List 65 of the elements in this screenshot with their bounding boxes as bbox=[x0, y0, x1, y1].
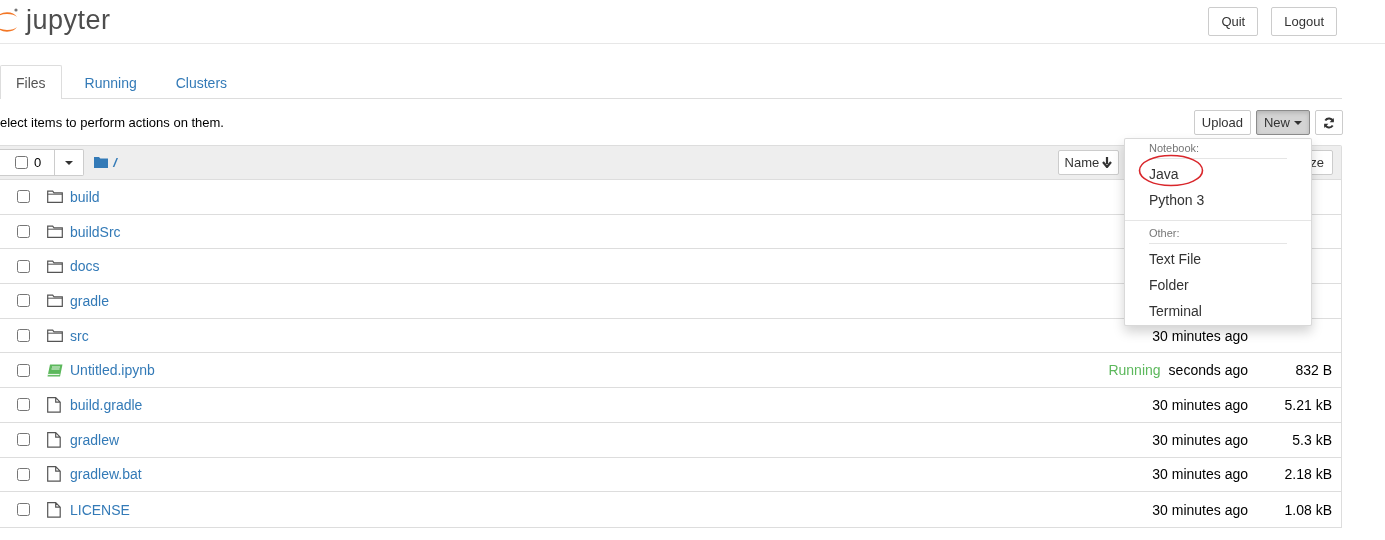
new-button[interactable]: New bbox=[1256, 110, 1310, 135]
caret-icon bbox=[1294, 120, 1302, 125]
refresh-icon bbox=[1323, 116, 1335, 129]
file-link[interactable]: docs bbox=[70, 258, 100, 275]
modified-time: 30 minutes ago bbox=[1152, 396, 1248, 413]
menu-item[interactable]: Folder bbox=[1125, 272, 1311, 298]
folder-icon bbox=[94, 157, 109, 168]
instruction-text: elect items to perform actions on them. bbox=[0, 115, 224, 130]
row-checkbox[interactable] bbox=[17, 467, 30, 481]
tab[interactable]: Files bbox=[0, 65, 62, 99]
folder-icon bbox=[47, 225, 63, 239]
refresh-button[interactable] bbox=[1315, 110, 1343, 135]
running-status: Running bbox=[1108, 362, 1161, 379]
file-icon bbox=[47, 501, 61, 518]
folder-icon bbox=[47, 294, 63, 308]
row-checkbox[interactable] bbox=[17, 190, 30, 204]
modified-time: 30 minutes ago bbox=[1152, 431, 1248, 448]
header-button[interactable]: Logout bbox=[1271, 7, 1337, 36]
file-size: 2.18 kB bbox=[1284, 466, 1332, 483]
file-size: 832 B bbox=[1295, 362, 1332, 379]
modified-time: seconds ago bbox=[1168, 362, 1248, 379]
file-link[interactable]: gradlew bbox=[70, 431, 120, 448]
modified-time: 30 minutes ago bbox=[1152, 501, 1248, 518]
file-link[interactable]: gradlew.bat bbox=[70, 466, 142, 483]
modified-time: 30 minutes ago bbox=[1152, 466, 1248, 483]
file-icon bbox=[47, 466, 61, 483]
folder-icon bbox=[47, 329, 63, 343]
row-checkbox[interactable] bbox=[17, 294, 30, 308]
row-checkbox[interactable] bbox=[17, 329, 30, 343]
breadcrumb-link[interactable]: / bbox=[113, 155, 117, 170]
file-size: 5.21 kB bbox=[1284, 396, 1332, 413]
file-size: 1.08 kB bbox=[1284, 501, 1332, 518]
sort-button[interactable]: Name bbox=[1057, 150, 1120, 175]
logo-text: jupyter bbox=[26, 4, 111, 35]
file-link[interactable]: build bbox=[70, 188, 100, 205]
file-size: 5.3 kB bbox=[1292, 431, 1332, 448]
tab[interactable]: Running bbox=[68, 65, 153, 98]
menu-item[interactable]: Terminal bbox=[1125, 298, 1311, 324]
menu-heading: Other: bbox=[1148, 226, 1181, 239]
notebook-icon bbox=[47, 363, 63, 377]
row-checkbox[interactable] bbox=[17, 398, 30, 412]
row-checkbox[interactable] bbox=[17, 225, 30, 239]
file-link[interactable]: buildSrc bbox=[70, 223, 121, 240]
file-link[interactable]: src bbox=[70, 327, 89, 344]
file-link[interactable]: LICENSE bbox=[70, 501, 130, 518]
header-button[interactable]: Quit bbox=[1208, 7, 1259, 36]
row-checkbox[interactable] bbox=[17, 259, 30, 273]
folder-icon bbox=[47, 259, 63, 273]
menu-item[interactable]: Java bbox=[1125, 161, 1311, 187]
tab[interactable]: Clusters bbox=[159, 65, 244, 98]
file-icon bbox=[47, 396, 61, 413]
upload-button[interactable]: Upload bbox=[1193, 110, 1251, 135]
modified-time: 30 minutes ago bbox=[1152, 327, 1248, 344]
menu-item[interactable]: Text File bbox=[1125, 246, 1311, 272]
folder-icon bbox=[47, 190, 63, 204]
menu-heading: Notebook: bbox=[1148, 141, 1201, 154]
row-checkbox[interactable] bbox=[17, 363, 30, 377]
menu-item[interactable]: Python 3 bbox=[1125, 187, 1311, 213]
file-icon bbox=[47, 431, 61, 448]
row-checkbox[interactable] bbox=[17, 433, 30, 447]
row-checkbox[interactable] bbox=[17, 503, 30, 517]
file-link[interactable]: gradle bbox=[70, 292, 109, 309]
arrow-down-icon bbox=[1102, 157, 1113, 168]
file-link[interactable]: Untitled.ipynb bbox=[70, 362, 155, 379]
file-link[interactable]: build.gradle bbox=[70, 396, 143, 413]
